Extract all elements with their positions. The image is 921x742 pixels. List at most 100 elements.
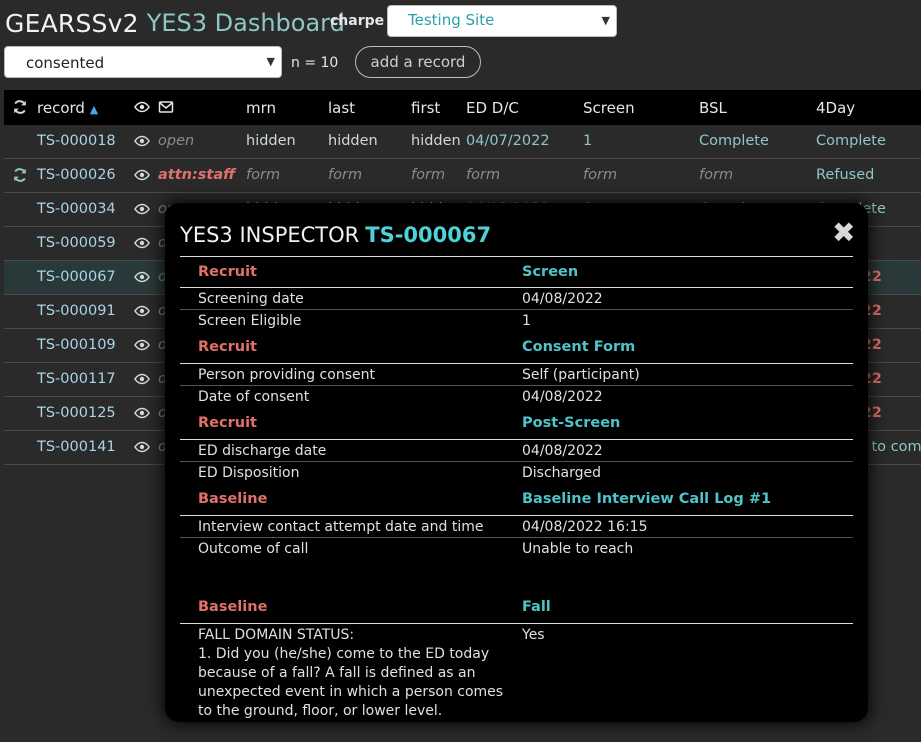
field-question: Screen Eligible — [198, 313, 302, 329]
column-header-first[interactable]: first — [411, 99, 440, 117]
eye-icon[interactable] — [134, 405, 150, 423]
event-name: Recruit — [198, 415, 257, 431]
inspector-title: YES3 INSPECTOR TS-000067 — [180, 223, 491, 247]
inspector-record-id: TS-000067 — [365, 223, 492, 247]
field-answer: Yes — [522, 627, 545, 643]
status-cell: open — [158, 133, 195, 149]
record-id-cell[interactable]: TS-000059 — [37, 235, 116, 251]
eye-icon[interactable] — [134, 133, 150, 151]
status-cell: attn:staff — [158, 167, 236, 183]
inspector-title-text: YES3 INSPECTOR — [180, 223, 360, 247]
inspector-section-header: Recruit Post-Screen — [180, 408, 853, 440]
field-question: Outcome of call — [198, 541, 309, 557]
event-name: Baseline — [198, 599, 268, 615]
sort-ascending-icon: ▲ — [89, 103, 99, 116]
cell-screen: 1 — [583, 133, 593, 149]
event-name: Recruit — [198, 264, 257, 280]
field-question: FALL DOMAIN STATUS: 1. Did you (he/she) c… — [198, 626, 513, 721]
chevron-down-icon: ▼ — [601, 14, 610, 27]
table-row[interactable]: TS-000026 attn:staff form form form form form f… — [4, 159, 921, 193]
field-question: Screening date — [198, 291, 304, 307]
sync-icon[interactable] — [12, 167, 28, 185]
form-name: Fall — [522, 599, 551, 615]
inspector-field-row: ED discharge date 04/08/2022 — [180, 440, 853, 462]
column-header-ed-dc[interactable]: ED D/C — [466, 99, 519, 117]
field-answer: 1 — [522, 313, 531, 329]
cell-screen: form — [583, 167, 618, 183]
cell-mrn: hidden — [246, 133, 296, 149]
inspector-field-row: Outcome of call Unable to reach — [180, 538, 853, 592]
cell-fourday: Complete — [816, 133, 886, 149]
cell-ed: form — [466, 167, 501, 183]
column-header-bsl[interactable]: BSL — [699, 99, 727, 117]
field-answer: 04/08/2022 — [522, 443, 603, 459]
inspector-field-row: Date of consent 04/08/2022 — [180, 386, 853, 408]
eye-icon[interactable] — [134, 439, 150, 457]
table-row[interactable]: TS-000018 open hidden hidden hidden 04/07/202… — [4, 125, 921, 159]
form-name: Post-Screen — [522, 415, 621, 431]
field-answer: 04/08/2022 — [522, 389, 603, 405]
sync-icon[interactable] — [12, 99, 28, 117]
record-id-cell[interactable]: TS-000141 — [37, 439, 116, 455]
user-label: charpe — [330, 13, 385, 29]
cell-first: hidden — [411, 133, 461, 149]
inspector-field-row: ED Disposition Discharged — [180, 462, 853, 484]
record-id-cell[interactable]: TS-000109 — [37, 337, 116, 353]
field-question: Interview contact attempt date and time — [198, 519, 484, 535]
cell-bsl: form — [699, 167, 734, 183]
eye-icon[interactable] — [134, 201, 150, 219]
event-name: Recruit — [198, 339, 257, 355]
record-id-cell[interactable]: TS-000091 — [37, 303, 116, 319]
inspector-section-header: Baseline Fall — [180, 592, 853, 624]
record-id-cell[interactable]: TS-000117 — [37, 371, 116, 387]
add-record-button[interactable]: add a record — [355, 46, 481, 78]
cell-ed: 04/07/2022 — [466, 133, 550, 149]
cell-first: form — [411, 167, 446, 183]
record-count: n = 10 — [291, 55, 339, 71]
eye-icon[interactable] — [134, 303, 150, 321]
record-id-cell[interactable]: TS-000018 — [37, 133, 116, 149]
envelope-icon — [158, 99, 174, 117]
field-answer: Self (participant) — [522, 367, 640, 383]
column-header-mrn[interactable]: mrn — [246, 99, 276, 117]
field-question: Person providing consent — [198, 367, 375, 383]
eye-icon[interactable] — [134, 337, 150, 355]
field-answer: 04/08/2022 — [522, 291, 603, 307]
eye-icon[interactable] — [134, 167, 150, 185]
chevron-down-icon: ▼ — [266, 55, 275, 68]
column-header-4day[interactable]: 4Day — [816, 99, 855, 117]
column-header-last[interactable]: last — [328, 99, 355, 117]
filter-select-value: consented — [26, 54, 105, 72]
inspector-field-row: Person providing consent Self (participan… — [180, 364, 853, 386]
record-id-cell[interactable]: TS-000026 — [37, 167, 116, 183]
inspector-content: Recruit Screen Screening date 04/08/2022 Scr… — [180, 256, 853, 722]
cell-last: hidden — [328, 133, 378, 149]
table-header: record ▲ mrn last first ED D/C Screen BS… — [4, 90, 921, 125]
cell-bsl: Complete — [699, 133, 769, 149]
filter-select[interactable]: consented ▼ — [4, 46, 282, 78]
field-question: Date of consent — [198, 389, 310, 405]
eye-icon[interactable] — [134, 235, 150, 253]
inspector-modal: YES3 INSPECTOR TS-000067 ✖ Recruit Screen S… — [165, 203, 868, 722]
field-answer: 04/08/2022 16:15 — [522, 519, 648, 535]
column-header-record[interactable]: record ▲ — [37, 99, 98, 117]
field-question-detail: 1. Did you (he/she) come to the ED today… — [198, 646, 504, 719]
cell-fourday: Refused — [816, 167, 875, 183]
inspector-section-header: Recruit Consent Form — [180, 332, 853, 364]
form-name: Consent Form — [522, 339, 636, 355]
cell-last: form — [328, 167, 363, 183]
eye-icon[interactable] — [134, 269, 150, 287]
record-id-cell[interactable]: TS-000125 — [37, 405, 116, 421]
record-id-cell[interactable]: TS-000067 — [37, 269, 116, 285]
eye-icon — [134, 99, 150, 117]
form-name: Screen — [522, 264, 579, 280]
close-icon[interactable]: ✖ — [832, 219, 855, 247]
field-answer: Unable to reach — [522, 541, 634, 557]
record-id-cell[interactable]: TS-000034 — [37, 201, 116, 217]
site-select-value: Testing Site — [408, 11, 495, 29]
eye-icon[interactable] — [134, 371, 150, 389]
column-header-screen[interactable]: Screen — [583, 99, 635, 117]
site-select[interactable]: Testing Site ▼ — [387, 5, 617, 37]
inspector-section-header: Baseline Baseline Interview Call Log #1 — [180, 484, 853, 516]
app-subtitle: YES3 Dashboard — [146, 9, 345, 37]
